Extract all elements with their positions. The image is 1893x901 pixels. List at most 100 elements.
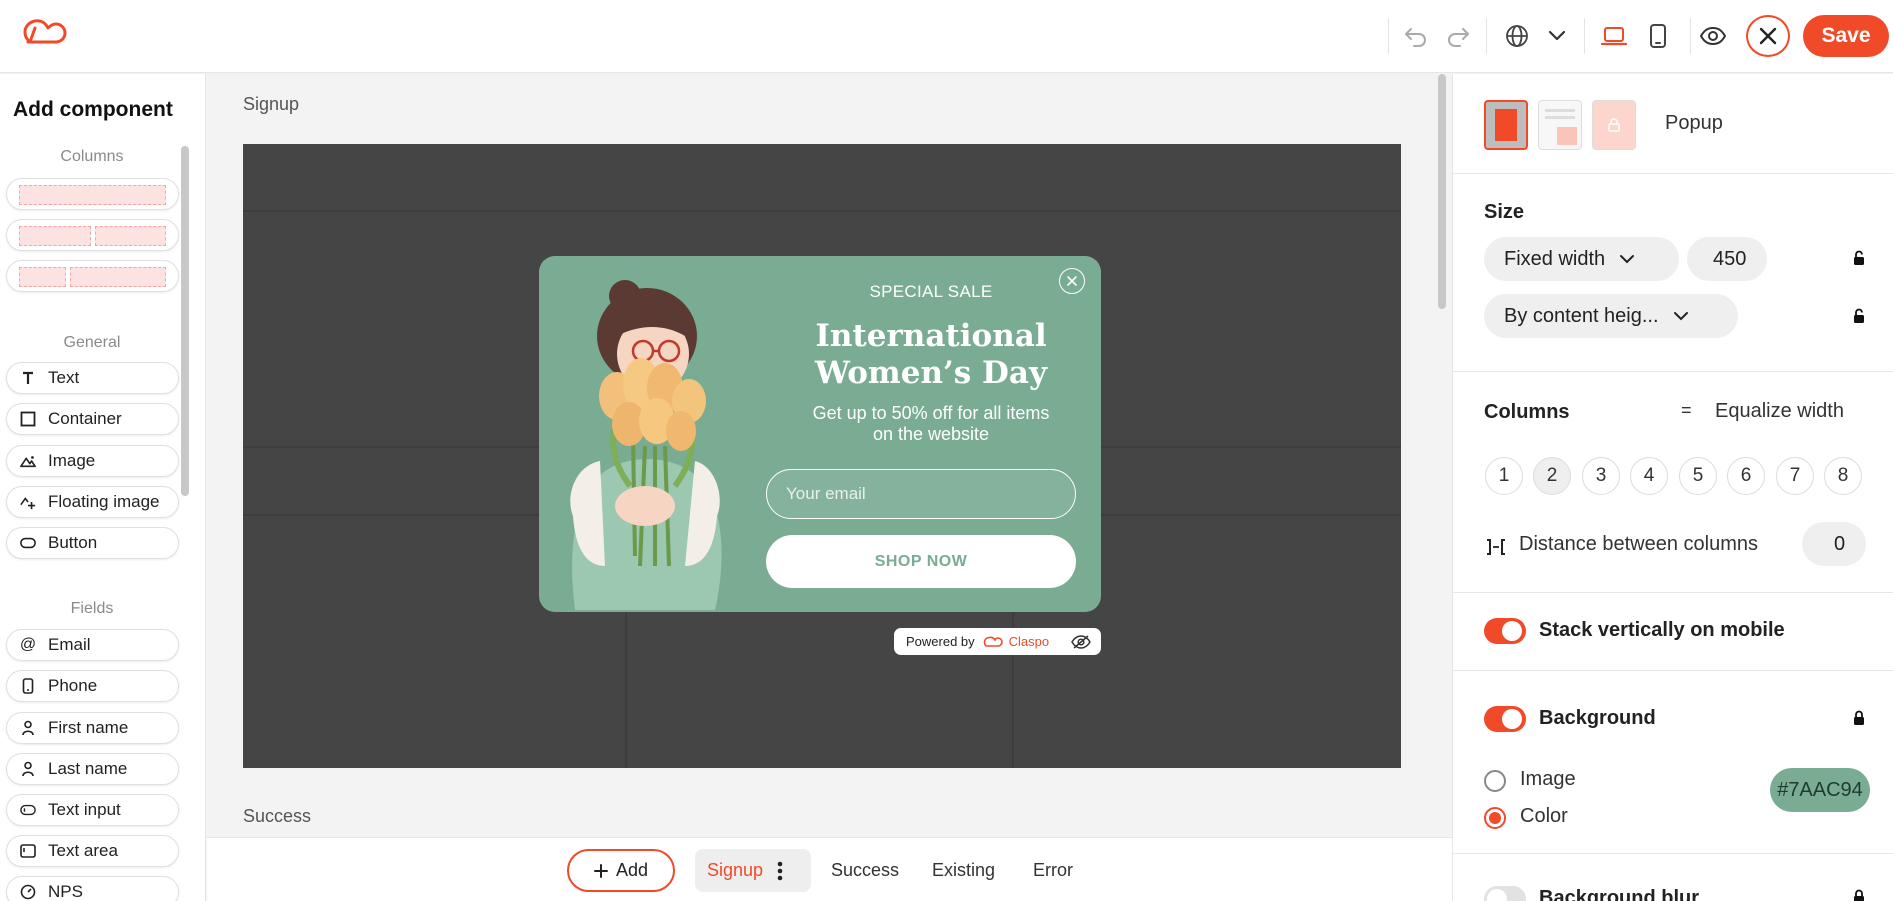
width-mode-select[interactable]: Fixed width	[1484, 237, 1679, 281]
background-blur-label: Background blur	[1539, 887, 1700, 901]
close-editor-button[interactable]	[1746, 15, 1790, 57]
globe-icon[interactable]	[1497, 16, 1537, 56]
column-distance-icon	[1485, 538, 1507, 556]
column-layout-1-2[interactable]	[6, 260, 179, 292]
language-chevron-down-icon[interactable]	[1537, 16, 1577, 56]
columns-option-4[interactable]: 4	[1630, 457, 1668, 495]
eye-icon[interactable]	[1693, 16, 1733, 56]
desktop-view-icon[interactable]	[1594, 16, 1634, 56]
equalize-width-button[interactable]: Equalize width	[1715, 400, 1844, 423]
save-button[interactable]: Save	[1803, 15, 1889, 57]
columns-option-8[interactable]: 8	[1824, 457, 1862, 495]
close-icon	[1759, 27, 1777, 45]
background-color-swatch[interactable]: #7AAC94	[1770, 768, 1870, 812]
height-mode-select[interactable]: By content heig...	[1484, 294, 1738, 338]
tab-signup[interactable]: Signup	[695, 849, 811, 892]
gauge-icon	[20, 884, 36, 900]
field-email[interactable]: @ Email	[6, 629, 179, 661]
columns-option-1[interactable]: 1	[1485, 457, 1523, 495]
plus-icon	[593, 863, 608, 878]
field-text-input[interactable]: Text input	[6, 794, 179, 826]
component-button[interactable]: Button	[6, 527, 179, 559]
section-fields: Fields	[70, 600, 114, 617]
field-nps[interactable]: NPS	[6, 876, 179, 901]
columns-option-5[interactable]: 5	[1679, 457, 1717, 495]
layout-floating-thumb[interactable]	[1538, 100, 1582, 150]
background-blur-toggle[interactable]	[1484, 886, 1526, 901]
column-distance-input[interactable]: 0	[1802, 522, 1866, 566]
claspo-logo-icon	[983, 636, 1003, 648]
component-floating-image[interactable]: Floating image	[6, 486, 179, 518]
columns-heading: Columns	[1484, 401, 1570, 423]
panel-title: Add component	[13, 98, 173, 121]
step-tab-bar: Add Signup Success Existing Error	[207, 837, 1452, 901]
lock-icon	[1608, 118, 1620, 132]
column-layout-1[interactable]	[6, 178, 179, 210]
chevron-down-icon	[1620, 255, 1635, 264]
person-icon	[20, 761, 36, 777]
columns-option-7[interactable]: 7	[1776, 457, 1814, 495]
section-general: General	[63, 334, 121, 351]
left-panel-scrollbar[interactable]	[181, 146, 189, 496]
at-icon: @	[19, 636, 37, 653]
popup-title[interactable]: International Women’s Day	[766, 318, 1096, 392]
undo-icon[interactable]	[1396, 16, 1436, 56]
canvas-scrollbar[interactable]	[1438, 74, 1446, 309]
lock-icon[interactable]	[1853, 710, 1865, 726]
background-image-radio[interactable]	[1484, 770, 1506, 792]
columns-option-3[interactable]: 3	[1582, 457, 1620, 495]
eye-off-icon[interactable]	[1071, 634, 1091, 650]
signup-frame-label: Signup	[243, 94, 300, 114]
background-image-label: Image	[1520, 768, 1576, 790]
text-input-icon	[20, 802, 36, 818]
button-icon	[20, 535, 36, 551]
text-icon	[20, 370, 36, 386]
tab-success[interactable]: Success	[831, 849, 899, 892]
mobile-view-icon[interactable]	[1638, 16, 1678, 56]
add-step-button[interactable]: Add	[567, 849, 675, 892]
lock-icon[interactable]	[1853, 250, 1865, 266]
editor-canvas: Signup SPECIAL SALE International Women’…	[207, 74, 1452, 901]
distance-between-columns-label: Distance between columns	[1519, 533, 1759, 555]
shop-now-button[interactable]: SHOP NOW	[766, 535, 1076, 588]
text-area-icon	[20, 843, 36, 859]
columns-option-6[interactable]: 6	[1727, 457, 1765, 495]
toolbar-separator	[1690, 18, 1691, 54]
layout-content-locker-thumb[interactable]	[1592, 100, 1636, 150]
chevron-down-icon	[1673, 312, 1688, 321]
layout-popup-thumb[interactable]	[1484, 100, 1528, 150]
column-layout-2[interactable]	[6, 219, 179, 251]
settings-panel: Popup Size Fixed width 450 By content he…	[1452, 74, 1893, 901]
background-color-radio[interactable]	[1484, 807, 1506, 829]
component-container[interactable]: Container	[6, 403, 179, 435]
field-phone[interactable]: Phone	[6, 670, 179, 702]
width-value-input[interactable]: 450	[1687, 237, 1767, 281]
component-image[interactable]: Image	[6, 445, 179, 477]
signup-frame[interactable]: SPECIAL SALE International Women’s Day G…	[243, 144, 1401, 768]
field-first-name[interactable]: First name	[6, 712, 179, 744]
field-text-area[interactable]: Text area	[6, 835, 179, 867]
columns-option-2[interactable]: 2	[1533, 457, 1571, 495]
tab-existing[interactable]: Existing	[932, 849, 995, 892]
lock-icon[interactable]	[1853, 889, 1865, 901]
background-label: Background	[1539, 707, 1656, 729]
popup-kicker[interactable]: SPECIAL SALE	[766, 282, 1096, 302]
stack-vertically-toggle[interactable]	[1484, 618, 1526, 644]
lock-icon[interactable]	[1853, 308, 1865, 324]
field-last-name[interactable]: Last name	[6, 753, 179, 785]
powered-by-badge[interactable]: Powered by Claspo	[894, 628, 1101, 655]
more-vertical-icon[interactable]	[777, 860, 783, 882]
component-text[interactable]: Text	[6, 362, 179, 394]
claspo-logo-icon[interactable]	[22, 18, 68, 46]
layout-name: Popup	[1665, 112, 1723, 134]
redo-icon[interactable]	[1438, 16, 1478, 56]
popup-description[interactable]: Get up to 50% off for all items on the w…	[776, 403, 1086, 445]
toolbar-separator	[1584, 18, 1585, 54]
phone-icon	[20, 678, 36, 694]
floating-image-icon	[20, 494, 36, 510]
popup-widget[interactable]: SPECIAL SALE International Women’s Day G…	[539, 256, 1101, 612]
popup-email-field[interactable]: Your email	[766, 469, 1076, 519]
person-icon	[20, 720, 36, 736]
background-toggle[interactable]	[1484, 706, 1526, 732]
tab-error[interactable]: Error	[1033, 849, 1073, 892]
